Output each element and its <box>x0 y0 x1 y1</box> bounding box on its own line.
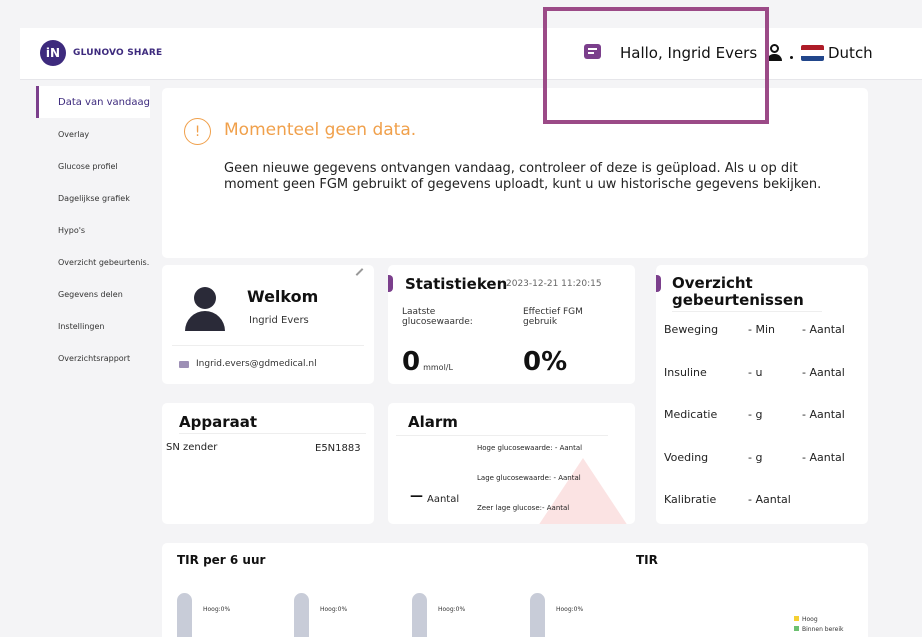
statistics-card: Statistieken 2023-12-21 11:20:15 Laatste… <box>388 265 635 384</box>
avatar <box>183 287 227 331</box>
statistics-title: Statistieken <box>405 275 508 293</box>
tir-bar <box>530 593 545 637</box>
welcome-title: Welkom <box>247 287 319 306</box>
alarm-very-low: Zeer lage glucose:- Aantal <box>477 504 570 512</box>
divider <box>179 433 366 434</box>
fgm-label: Effectief FGM gebruik <box>523 307 583 327</box>
legend-item-hoog: Hoog <box>794 616 818 623</box>
no-data-message: Geen nieuwe gegevens ontvangen vandaag, … <box>224 161 822 192</box>
alarm-high: Hoge glucosewaarde: - Aantal <box>477 444 583 452</box>
sidebar-item-dagelijkse-grafiek[interactable]: Dagelijkse grafiek <box>36 182 150 214</box>
alarm-count-label: Aantal <box>427 494 460 505</box>
event-unit: - Aantal <box>748 493 791 506</box>
event-count: - Aantal <box>802 408 845 421</box>
welcome-card: Welkom Ingrid Evers Ingrid.evers@gdmedic… <box>162 265 374 384</box>
warning-icon: ! <box>184 118 211 145</box>
tir-bar-label: Hoog:0% <box>438 606 466 613</box>
event-unit: - g <box>748 408 763 421</box>
tir-bar-label: Hoog:0% <box>320 606 348 613</box>
divider <box>172 345 364 346</box>
tir-bar-label: Hoog:0% <box>556 606 584 613</box>
mail-icon <box>179 361 189 368</box>
glucose-label: Laatste glucosewaarde: <box>402 307 473 327</box>
event-unit: - g <box>748 451 763 464</box>
sidebar-item-hypos[interactable]: Hypo's <box>36 214 150 246</box>
fgm-value: 0% <box>523 347 568 377</box>
flag-nl-icon[interactable] <box>801 45 824 61</box>
user-name: Ingrid Evers <box>249 315 309 326</box>
event-count: - Aantal <box>802 451 845 464</box>
event-unit: - Min <box>748 323 775 336</box>
tir-card: TIR per 6 uur TIR Hoog:0% Hoog:0% Hoog:0… <box>162 543 868 637</box>
alarm-title: Alarm <box>408 413 458 431</box>
event-label: Beweging <box>664 323 719 336</box>
statistics-timestamp: 2023-12-21 11:20:15 <box>506 279 602 289</box>
sidebar-item-data-van-vandaag[interactable]: Data van vandaag <box>36 86 150 118</box>
sidebar-item-gegevens-delen[interactable]: Gegevens delen <box>36 278 150 310</box>
events-title: Overzicht gebeurtenissen <box>672 275 822 312</box>
divider <box>396 435 608 436</box>
language-selector[interactable]: Dutch <box>828 44 873 62</box>
sidebar-item-glucose-profiel[interactable]: Glucose profiel <box>36 150 150 182</box>
device-title: Apparaat <box>179 413 258 431</box>
sidebar-item-overzicht-gebeurtenissen[interactable]: Overzicht gebeurtenis... <box>36 246 150 278</box>
device-card: Apparaat SN zender E5N1883 <box>162 403 374 524</box>
glucose-unit: mmol/L <box>423 363 453 372</box>
event-label: Kalibratie <box>664 493 717 506</box>
user-menu-dot[interactable] <box>790 56 793 59</box>
accent-bar <box>656 275 661 292</box>
event-label: Medicatie <box>664 408 718 421</box>
logo[interactable]: iN GLUNOVO SHARE <box>40 40 162 66</box>
tir-bar-label: Hoog:0% <box>203 606 231 613</box>
top-bar: iN GLUNOVO SHARE Hallo, Ingrid Evers Dut… <box>20 28 922 80</box>
tir-bar <box>177 593 192 637</box>
glucose-value: 0 <box>402 347 421 377</box>
alarm-warning-icon <box>539 458 627 524</box>
event-unit: - u <box>748 366 763 379</box>
highlight-box <box>543 7 769 124</box>
sidebar-item-overzichtsrapport[interactable]: Overzichtsrapport <box>36 342 150 374</box>
event-count: - Aantal <box>802 323 845 336</box>
alarm-dash: — <box>410 489 423 504</box>
sidebar: Data van vandaag Overlay Glucose profiel… <box>36 86 150 374</box>
accent-bar <box>388 275 393 292</box>
event-label: Insuline <box>664 366 707 379</box>
legend-label: Hoog <box>802 616 818 623</box>
sn-label: SN zender <box>166 442 218 453</box>
sn-value: E5N1883 <box>315 443 361 454</box>
alarm-card: Alarm — Aantal Hoge glucosewaarde: - Aan… <box>388 403 635 524</box>
event-label: Voeding <box>664 451 709 464</box>
events-overview-card: Overzicht gebeurtenissen Beweging - Min … <box>656 265 868 524</box>
tir-bar <box>412 593 427 637</box>
tir-6h-title: TIR per 6 uur <box>177 553 266 567</box>
sidebar-item-overlay[interactable]: Overlay <box>36 118 150 150</box>
sidebar-item-instellingen[interactable]: Instellingen <box>36 310 150 342</box>
tir-title: TIR <box>636 553 658 567</box>
alarm-low: Lage glucosewaarde: - Aantal <box>477 474 581 482</box>
legend-item-binnen-bereik: Binnen bereik <box>794 626 843 633</box>
logo-text: GLUNOVO SHARE <box>73 48 163 58</box>
logo-mark-icon: iN <box>40 40 66 66</box>
user-email: Ingrid.evers@gdmedical.nl <box>196 359 317 369</box>
legend-label: Binnen bereik <box>802 626 844 633</box>
edit-icon[interactable] <box>355 268 364 276</box>
no-data-title: Momenteel geen data. <box>224 120 417 140</box>
tir-bar <box>294 593 309 637</box>
event-count: - Aantal <box>802 366 845 379</box>
